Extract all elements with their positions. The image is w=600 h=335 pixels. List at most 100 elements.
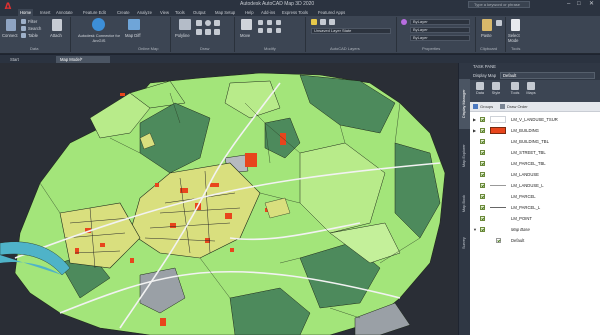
layer-name: LM_LANDUSE_L [511, 183, 544, 188]
paste-button[interactable]: Paste [481, 33, 492, 38]
layer-off-icon[interactable] [329, 19, 335, 25]
layer-visibility-checkbox[interactable] [496, 238, 501, 243]
layer-properties-icon[interactable] [311, 19, 317, 25]
tab-create[interactable]: Create [117, 9, 130, 16]
close-button[interactable]: ✕ [589, 0, 594, 9]
layer-freeze-icon[interactable] [320, 19, 326, 25]
fillet-icon[interactable] [276, 28, 281, 33]
tab-map-model[interactable]: Map Model* [56, 56, 110, 63]
color-wheel-icon[interactable] [401, 19, 407, 25]
tab-analyze[interactable]: Analyze [137, 9, 152, 16]
tab-insert[interactable]: Insert [40, 9, 50, 16]
layer-row[interactable]: ▶ LM_V_LANDUSE_TSUR [470, 114, 600, 125]
layer-visibility-checkbox[interactable] [480, 194, 485, 199]
draw-order-view-button[interactable]: Draw Order [500, 104, 528, 110]
line-tool-icon[interactable] [196, 20, 202, 26]
map-dropdown[interactable]: Default [500, 72, 595, 79]
tab-start[interactable]: Start [6, 56, 54, 63]
tab-home[interactable]: Home [18, 9, 34, 16]
view-mode-bar: Groups Draw Order [470, 102, 600, 112]
maximize-button[interactable]: □ [577, 0, 581, 9]
layer-name: LM_PARCEL_L [511, 205, 541, 210]
search-input[interactable]: Type a keyword or phrase [468, 1, 530, 8]
tab-view[interactable]: View [160, 9, 169, 16]
layer-visibility-checkbox[interactable] [480, 172, 485, 177]
maps-tool-button[interactable]: Maps [524, 82, 538, 95]
filter-button[interactable]: Filter [28, 19, 37, 24]
layer-row[interactable]: LM_PARCEL_TBL [470, 158, 600, 169]
layer-row[interactable]: LM_BUILDING_TBL [470, 136, 600, 147]
layer-row[interactable]: LM_PARCEL_L [470, 202, 600, 213]
layer-row[interactable]: LM_LANDUSE_L [470, 180, 600, 191]
color-dropdown[interactable]: ByLayer [410, 19, 470, 25]
side-tab-map-book[interactable]: Map Book [459, 183, 470, 223]
erase-icon[interactable] [276, 20, 281, 25]
arc-tool-icon[interactable] [214, 20, 220, 26]
layer-row[interactable]: LM_PARCEL [470, 191, 600, 202]
tab-feature-edit[interactable]: Feature Edit [83, 9, 106, 16]
layer-row[interactable]: LM_POINT [470, 213, 600, 224]
layer-visibility-checkbox[interactable] [480, 205, 485, 210]
hatch-tool-icon[interactable] [205, 29, 211, 35]
trim-icon[interactable] [267, 20, 272, 25]
side-tab-map-explorer[interactable]: Map Explorer [459, 133, 470, 179]
arcgis-connector-button[interactable]: Autodesk Connector for ArcGIS [74, 33, 124, 43]
layer-row[interactable]: LM_LANDUSE [470, 169, 600, 180]
layer-visibility-checkbox[interactable] [480, 117, 485, 122]
style-tool-button[interactable]: Style [489, 82, 503, 95]
tab-map-setup[interactable]: Map Setup [215, 9, 235, 16]
layer-name: LM_PARCEL [511, 194, 536, 199]
cut-icon[interactable] [496, 20, 502, 26]
linetype-dropdown[interactable]: ByLayer [410, 27, 470, 33]
move-button[interactable]: Move [240, 33, 250, 38]
tab-output[interactable]: Output [193, 9, 206, 16]
expander-icon[interactable]: ▶ [473, 128, 476, 133]
tab-featured-apps[interactable]: Featured Apps [318, 9, 345, 16]
layer-visibility-checkbox[interactable] [480, 139, 485, 144]
tools-tool-button[interactable]: Tools [508, 82, 522, 95]
rotate-icon[interactable] [258, 20, 263, 25]
rectangle-tool-icon[interactable] [196, 29, 202, 35]
layer-row[interactable]: LM_STREET_TBL [470, 147, 600, 158]
connect-button[interactable]: Connect [2, 33, 18, 38]
layer-visibility-checkbox[interactable] [480, 150, 485, 155]
select-mode-button[interactable]: Select Mode [508, 33, 526, 43]
side-tab-display-manager[interactable]: Display Manager [459, 79, 470, 129]
tab-express-tools[interactable]: Express Tools [282, 9, 308, 16]
layer-visibility-checkbox[interactable] [480, 161, 485, 166]
data-tool-button[interactable]: Data [473, 82, 487, 95]
layer-visibility-checkbox[interactable] [480, 227, 485, 232]
layer-state-dropdown[interactable]: Unsaved Layer State [311, 28, 391, 34]
drawing-canvas[interactable] [0, 63, 458, 335]
layer-visibility-checkbox[interactable] [480, 216, 485, 221]
groups-label: Groups [480, 104, 494, 109]
tab-help[interactable]: Help [245, 9, 254, 16]
maps-icon [527, 82, 535, 90]
map-drawing[interactable] [0, 63, 458, 335]
circle-tool-icon[interactable] [205, 20, 211, 26]
tab-annotate[interactable]: Annotate [56, 9, 73, 16]
polyline-button[interactable]: Polyline [175, 33, 190, 38]
layer-group-row[interactable]: ▼ Map Base [470, 224, 600, 235]
side-tab-survey[interactable]: Survey [459, 227, 470, 259]
copy-icon[interactable] [258, 28, 263, 33]
text-tool-icon[interactable] [214, 29, 220, 35]
table-button[interactable]: Table [28, 33, 38, 38]
expander-icon[interactable]: ▼ [473, 227, 477, 232]
ribbon-separator [505, 17, 506, 52]
tab-tools[interactable]: Tools [175, 9, 185, 16]
groups-view-button[interactable]: Groups [473, 104, 493, 110]
search-button[interactable]: Search [28, 26, 41, 31]
layer-row[interactable]: ▶ LM_BUILDING [470, 125, 600, 136]
layer-visibility-checkbox[interactable] [480, 183, 485, 188]
layer-visibility-checkbox[interactable] [480, 128, 485, 133]
expander-icon[interactable]: ▶ [473, 117, 476, 122]
layer-name: LM_LANDUSE [511, 172, 539, 177]
map-diff-button[interactable]: Map Diff [125, 33, 141, 38]
layer-row[interactable]: Default [470, 235, 600, 246]
attach-button[interactable]: Attach [50, 33, 62, 38]
tab-add-ins[interactable]: Add-ins [261, 9, 275, 16]
lineweight-dropdown[interactable]: ByLayer [410, 35, 470, 41]
minimize-button[interactable]: – [567, 0, 570, 9]
mirror-icon[interactable] [267, 28, 272, 33]
